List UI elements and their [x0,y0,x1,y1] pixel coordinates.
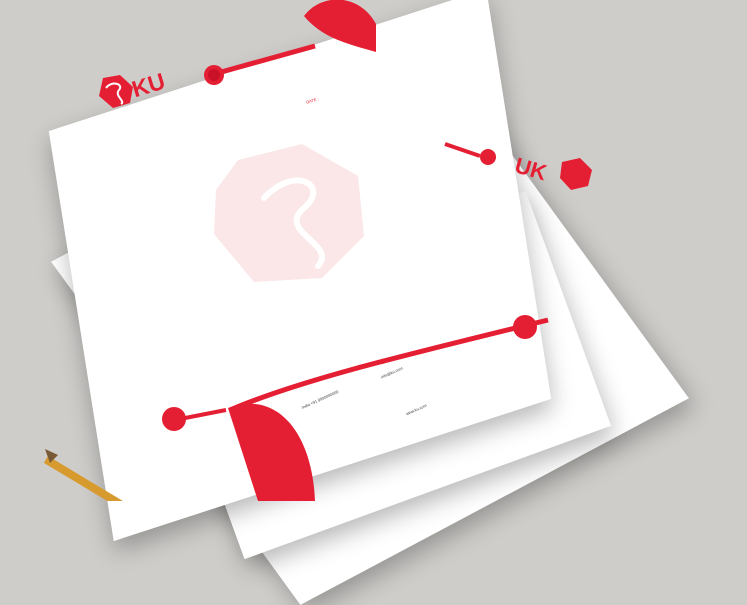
logo-hexagon-mark [99,75,133,108]
top-red-corner-shape [304,0,376,52]
letterhead-mockup-scene: UK KU DATE : India +91 9000000000 info@k… [0,0,747,605]
back-sheet-brand-mirrored: UK [512,153,550,186]
back-sheet-logo-mark [560,158,592,190]
letterhead-decoration-layer: UK [43,0,592,501]
top-red-line [213,43,316,77]
lower-left-red-line [179,408,227,421]
back-sheet-red-line [444,142,481,158]
bottom-left-red-corner [228,403,315,501]
top-red-circle-inner [208,69,220,81]
back-sheet-red-circle [480,149,496,165]
bottom-red-band [229,317,549,413]
watermark-logo [214,144,364,282]
pencil [43,449,160,501]
bottom-right-red-circle [513,315,537,339]
